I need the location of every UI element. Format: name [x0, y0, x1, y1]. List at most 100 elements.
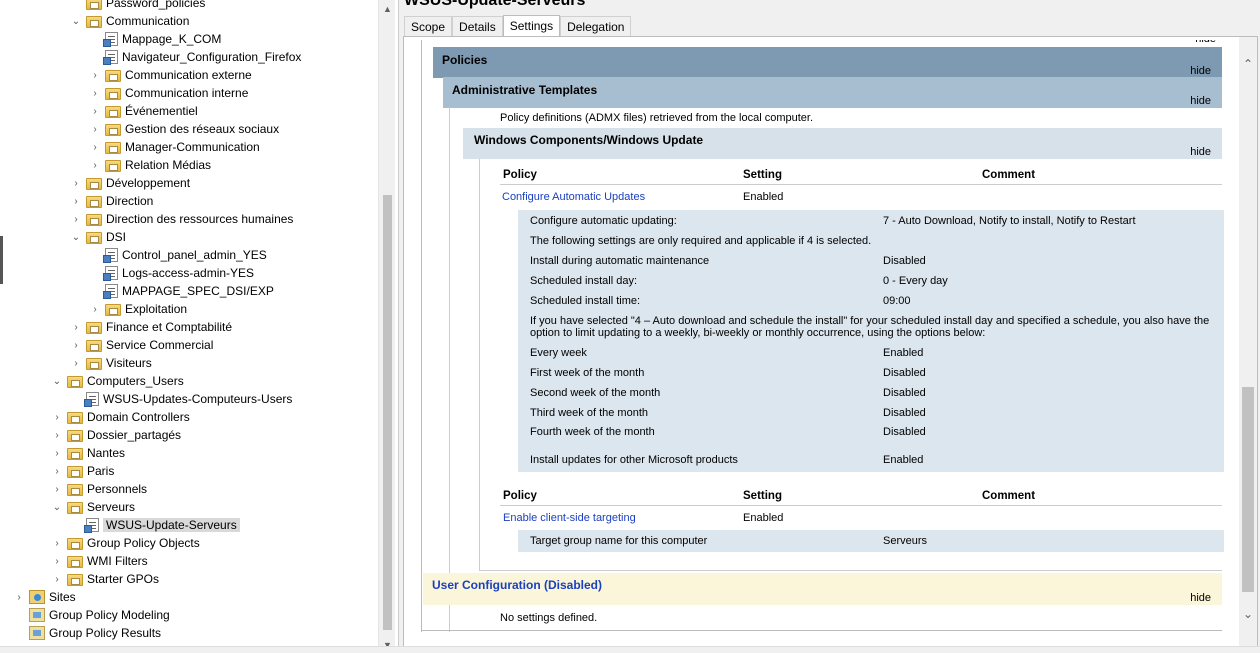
- chevron-right-icon[interactable]: ›: [89, 159, 101, 171]
- chevron-right-icon[interactable]: ›: [51, 429, 63, 441]
- admin-templates-header-bar[interactable]: Administrative Templates hide: [443, 77, 1222, 108]
- tree-node[interactable]: › Manager-Communication: [89, 138, 260, 156]
- tree-node[interactable]: ⌄ DSI: [70, 228, 126, 246]
- chevron-right-icon[interactable]: ›: [51, 483, 63, 495]
- tree-scrollbar-thumb[interactable]: [383, 195, 392, 630]
- tree-node[interactable]: WSUS-Updates-Computeurs-Users: [70, 390, 292, 408]
- detail-label: Install during automatic maintenance: [530, 255, 710, 267]
- windows-update-header-bar[interactable]: Windows Components/Windows Update hide: [463, 128, 1222, 159]
- detail-label: Third week of the month: [530, 407, 649, 419]
- tree-node[interactable]: › Événementiel: [89, 102, 198, 120]
- chevron-right-icon[interactable]: ›: [51, 537, 63, 549]
- folder-icon: [86, 16, 102, 28]
- tab-settings[interactable]: Settings: [502, 15, 561, 36]
- detail-value: 0 - Every day: [883, 275, 948, 287]
- tree-node[interactable]: › Finance et Comptabilité: [70, 318, 232, 336]
- tree-node[interactable]: › Paris: [51, 462, 114, 480]
- chevron-right-icon[interactable]: ›: [89, 105, 101, 117]
- chevron-down-icon[interactable]: ⌄: [70, 231, 82, 243]
- chevron-down-icon[interactable]: ⌄: [70, 15, 82, 27]
- tree-node[interactable]: › Visiteurs: [70, 354, 152, 372]
- tab-scope[interactable]: Scope: [404, 16, 453, 36]
- detail-label: Configure automatic updating:: [530, 215, 677, 227]
- detail-value: Disabled: [883, 255, 926, 267]
- policy-link-configure-automatic-updates[interactable]: Configure Automatic Updates: [502, 191, 645, 203]
- tree-node[interactable]: Password_policies: [70, 0, 205, 12]
- scroll-up-arrow-icon[interactable]: ▲: [379, 0, 396, 17]
- tree-node-label: Direction des ressources humaines: [106, 212, 294, 226]
- chevron-right-icon[interactable]: ›: [70, 357, 82, 369]
- tree-node[interactable]: › Sites: [13, 588, 76, 606]
- tree-node[interactable]: ⌄ Communication: [70, 12, 189, 30]
- detail-label: Second week of the month: [530, 387, 661, 399]
- policy-link-enable-client-side-targeting[interactable]: Enable client-side targeting: [503, 512, 636, 524]
- tab-delegation[interactable]: Delegation: [560, 16, 632, 36]
- tree-node[interactable]: Logs-access-admin-YES: [89, 264, 254, 282]
- chevron-right-icon[interactable]: ›: [51, 447, 63, 459]
- hide-link[interactable]: hide: [1190, 95, 1211, 107]
- tree-node[interactable]: › Exploitation: [89, 300, 187, 318]
- policies-header-bar[interactable]: Policies hide: [433, 47, 1222, 78]
- folder-icon: [86, 340, 102, 352]
- chevron-right-icon[interactable]: ›: [89, 303, 101, 315]
- tree-node[interactable]: › Développement: [70, 174, 190, 192]
- tree-node[interactable]: WSUS-Update-Serveurs: [70, 516, 240, 534]
- tab-details[interactable]: Details: [452, 16, 503, 36]
- chevron-right-icon[interactable]: ›: [89, 141, 101, 153]
- chevron-right-icon[interactable]: ›: [70, 213, 82, 225]
- tree-node[interactable]: Group Policy Modeling: [13, 606, 170, 624]
- chevron-right-icon[interactable]: ›: [51, 573, 63, 585]
- chevron-right-icon[interactable]: ›: [89, 69, 101, 81]
- tree-node[interactable]: › Dossier_partagés: [51, 426, 181, 444]
- tree-node[interactable]: Control_panel_admin_YES: [89, 246, 267, 264]
- chevron-right-icon[interactable]: ›: [13, 591, 25, 603]
- chevron-down-icon[interactable]: ⌄: [51, 501, 63, 513]
- chevron-down-icon[interactable]: ⌄: [51, 375, 63, 387]
- tree-node[interactable]: Mappage_K_COM: [89, 30, 221, 48]
- tree-node[interactable]: › Service Commercial: [70, 336, 213, 354]
- tree-node[interactable]: › Domain Controllers: [51, 408, 190, 426]
- tree-node-label: Communication: [106, 14, 190, 28]
- tree-node[interactable]: MAPPAGE_SPEC_DSI/EXP: [89, 282, 274, 300]
- scroll-down-chevron-icon[interactable]: ⌄: [1239, 605, 1257, 623]
- tree-node[interactable]: › Starter GPOs: [51, 570, 159, 588]
- hide-link[interactable]: hide: [1195, 40, 1216, 45]
- folder-icon: [86, 0, 102, 10]
- tree-node[interactable]: › Communication interne: [89, 84, 248, 102]
- tree-node[interactable]: › WMI Filters: [51, 552, 148, 570]
- tree-scrollbar[interactable]: ▲ ▼: [378, 0, 395, 653]
- chevron-right-icon[interactable]: ›: [89, 87, 101, 99]
- hide-link[interactable]: hide: [1190, 65, 1211, 77]
- tree-node[interactable]: ⌄ Serveurs: [51, 498, 135, 516]
- chevron-right-icon[interactable]: ›: [51, 465, 63, 477]
- tree-node[interactable]: › Direction: [70, 192, 153, 210]
- chevron-right-icon[interactable]: ›: [51, 411, 63, 423]
- tree-node[interactable]: Group Policy Results: [13, 624, 161, 642]
- tree-node[interactable]: › Nantes: [51, 444, 125, 462]
- scroll-up-chevron-icon[interactable]: ⌃: [1239, 55, 1257, 73]
- tree-node[interactable]: › Communication externe: [89, 66, 252, 84]
- chevron-right-icon[interactable]: ›: [70, 177, 82, 189]
- detail-value: Enabled: [883, 347, 924, 359]
- tree-node[interactable]: Navigateur_Configuration_Firefox: [89, 48, 301, 66]
- settings-report: hide Policies hide Administrative Templa…: [403, 36, 1258, 648]
- tree-node[interactable]: › Direction des ressources humaines: [70, 210, 293, 228]
- tree-node[interactable]: ⌄ Computers_Users: [51, 372, 184, 390]
- report-scrollbar[interactable]: ⌃ ⌄: [1239, 37, 1257, 647]
- tree-node[interactable]: › Relation Médias: [89, 156, 211, 174]
- chevron-right-icon[interactable]: ›: [70, 321, 82, 333]
- report-scrollbar-thumb[interactable]: [1242, 387, 1254, 592]
- hide-link[interactable]: hide: [1190, 592, 1211, 604]
- tree-node[interactable]: › Gestion des réseaux sociaux: [89, 120, 279, 138]
- chevron-right-icon[interactable]: ›: [70, 339, 82, 351]
- tree-node[interactable]: › Group Policy Objects: [51, 534, 200, 552]
- chevron-right-icon[interactable]: ›: [89, 123, 101, 135]
- chevron-right-icon[interactable]: ›: [51, 555, 63, 567]
- tree-node[interactable]: › Personnels: [51, 480, 147, 498]
- hide-link[interactable]: hide: [1190, 146, 1211, 158]
- chevron-right-icon[interactable]: ›: [70, 195, 82, 207]
- user-config-header-bar[interactable]: User Configuration (Disabled) hide: [423, 573, 1222, 605]
